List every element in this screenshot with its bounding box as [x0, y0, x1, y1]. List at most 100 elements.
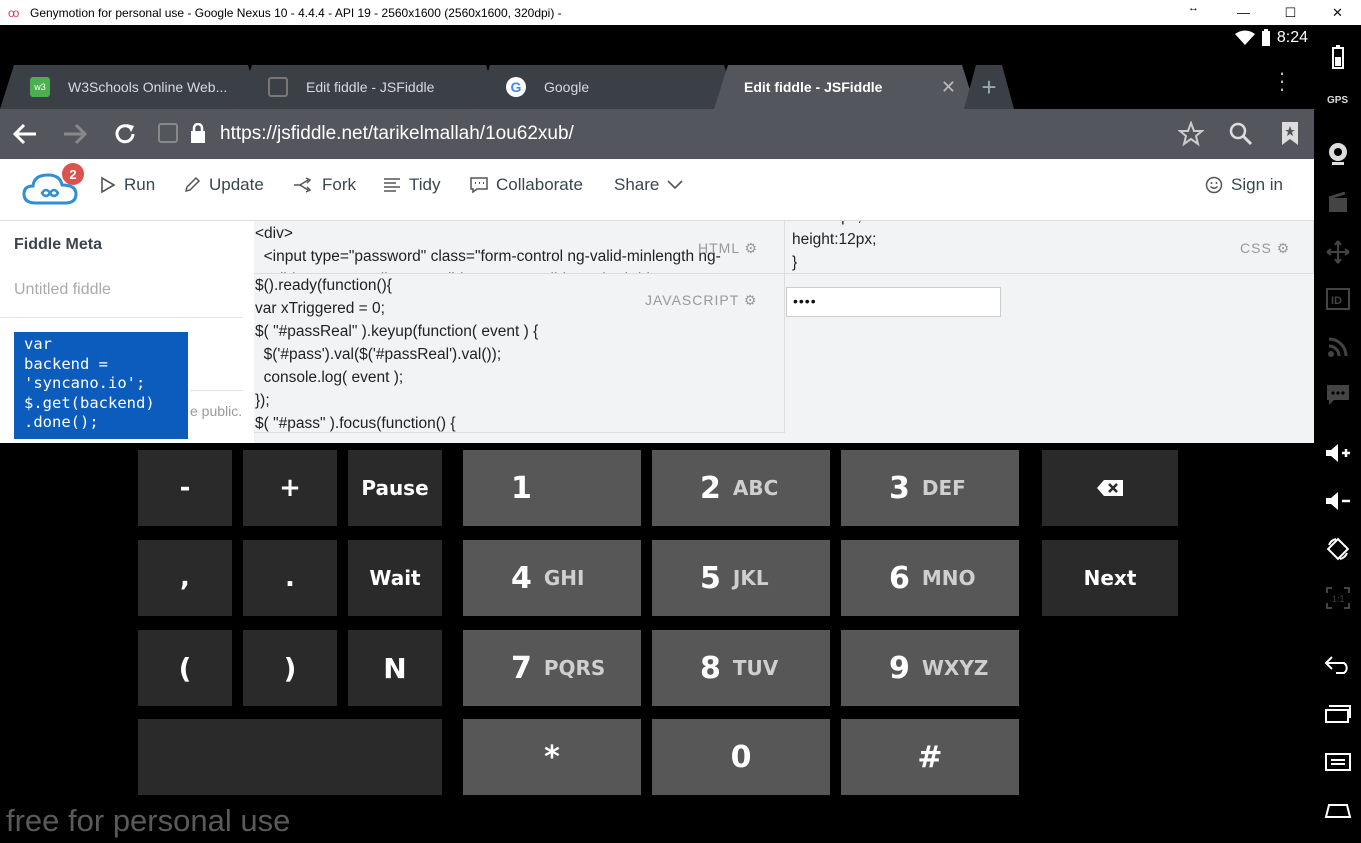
- gear-icon[interactable]: ⚙: [744, 292, 758, 308]
- lock-icon: [191, 123, 205, 143]
- tidy-button[interactable]: Tidy: [383, 175, 441, 195]
- key-4[interactable]: 4 GHI: [463, 540, 641, 616]
- key-pause[interactable]: Pause: [348, 450, 442, 526]
- chat-icon: [470, 177, 488, 194]
- menu-nav-icon[interactable]: [1314, 752, 1361, 772]
- back-icon[interactable]: [12, 122, 38, 146]
- recent-apps-nav-icon[interactable]: [1314, 704, 1361, 724]
- key-digit: 7: [511, 650, 532, 686]
- address-bar[interactable]: https://jsfiddle.net/tarikelmallah/1ou62…: [220, 123, 574, 145]
- home-nav-icon[interactable]: [1314, 800, 1361, 820]
- pixel-perfect-icon[interactable]: 1:1: [1314, 587, 1361, 609]
- forward-icon[interactable]: [62, 122, 88, 146]
- network-widget-icon[interactable]: [1314, 336, 1361, 358]
- gps-widget-icon[interactable]: GPS: [1314, 95, 1361, 106]
- key-letters: PQRS: [543, 656, 606, 680]
- key-8[interactable]: 8 TUV: [652, 630, 830, 706]
- key-digit: 6: [889, 560, 910, 596]
- key-next[interactable]: Next: [1042, 540, 1178, 616]
- key-0[interactable]: 0: [652, 719, 830, 795]
- css-code[interactable]: width:px; height:12px; }: [792, 221, 1313, 273]
- tab-jsfiddle-active[interactable]: Edit fiddle - JSFiddle ✕: [714, 65, 976, 109]
- play-icon: [101, 176, 116, 194]
- webcam-widget-icon[interactable]: [1314, 142, 1361, 166]
- tab-w3schools[interactable]: w3 W3Schools Online Web...: [0, 65, 262, 109]
- screencast-widget-icon[interactable]: [1314, 192, 1361, 214]
- tab-jsfiddle-1[interactable]: Edit fiddle - JSFiddle: [238, 65, 500, 109]
- gear-icon[interactable]: ⚙: [744, 240, 758, 256]
- resize-icon[interactable]: ↔: [1188, 2, 1199, 14]
- tab-title: Edit fiddle - JSFiddle: [306, 79, 435, 95]
- update-button[interactable]: Update: [183, 175, 264, 195]
- share-button[interactable]: Share: [614, 175, 683, 195]
- key-digit: 3: [889, 470, 910, 506]
- key-letters: TUV: [732, 656, 779, 680]
- smiley-icon: [1205, 176, 1223, 194]
- password-input[interactable]: ••••: [786, 287, 1001, 317]
- key-9[interactable]: 9 WXYZ: [841, 630, 1019, 706]
- divider: [0, 317, 243, 318]
- jsfiddle-favicon-icon: [268, 77, 288, 97]
- key-lparen[interactable]: (: [138, 630, 232, 706]
- rotate-icon[interactable]: [1314, 537, 1361, 561]
- w3schools-favicon-icon: w3: [30, 77, 50, 97]
- sign-in-label: Sign in: [1231, 175, 1283, 194]
- tab-google[interactable]: G Google: [476, 65, 738, 109]
- key-dot[interactable]: .: [243, 540, 337, 616]
- bookmarks-icon[interactable]: [1280, 121, 1300, 147]
- sms-widget-icon[interactable]: [1314, 383, 1361, 407]
- key-1[interactable]: 1: [463, 450, 641, 526]
- collaborate-button[interactable]: Collaborate: [470, 175, 583, 195]
- genymotion-logo-icon: oo: [8, 5, 19, 20]
- key-2[interactable]: 2 ABC: [652, 450, 830, 526]
- key-backspace[interactable]: [1042, 450, 1178, 526]
- fork-button[interactable]: Fork: [292, 175, 356, 195]
- key-5[interactable]: 5 JKL: [652, 540, 830, 616]
- search-icon[interactable]: [1228, 121, 1254, 147]
- close-tab-icon[interactable]: ✕: [941, 77, 956, 98]
- key-space[interactable]: [138, 719, 442, 795]
- js-panel-label: JAVASCRIPT ⚙: [645, 292, 758, 308]
- key-minus[interactable]: -: [138, 450, 232, 526]
- syncano-ad[interactable]: var backend = 'syncano.io'; $.get(backen…: [14, 332, 188, 439]
- key-digit: 1: [511, 470, 532, 506]
- volume-up-icon[interactable]: [1314, 443, 1361, 463]
- key-digit: 9: [889, 650, 910, 686]
- minimize-button[interactable]: —: [1220, 0, 1267, 25]
- key-3[interactable]: 3 DEF: [841, 450, 1019, 526]
- key-plus[interactable]: +: [243, 450, 337, 526]
- css-panel[interactable]: width:px; height:12px; }: [785, 221, 1314, 274]
- battery-widget-icon[interactable]: [1314, 45, 1361, 69]
- tidy-icon: [384, 178, 400, 192]
- google-favicon-icon: G: [506, 77, 526, 97]
- key-6[interactable]: 6 MNO: [841, 540, 1019, 616]
- key-star[interactable]: *: [463, 719, 641, 795]
- remote-control-widget-icon[interactable]: [1314, 240, 1361, 264]
- backspace-icon: [1097, 480, 1123, 496]
- run-button[interactable]: Run: [100, 175, 155, 195]
- device-id-widget-icon[interactable]: ID: [1314, 288, 1361, 310]
- key-7[interactable]: 7 PQRS: [463, 630, 641, 706]
- key-comma[interactable]: ,: [138, 540, 232, 616]
- star-bookmark-icon[interactable]: [1178, 121, 1204, 147]
- fiddle-title-input[interactable]: Untitled fiddle: [14, 281, 111, 299]
- key-rparen[interactable]: ): [243, 630, 337, 706]
- maximize-button[interactable]: ☐: [1267, 0, 1314, 25]
- reload-icon[interactable]: [113, 122, 137, 146]
- back-nav-icon[interactable]: [1314, 655, 1361, 675]
- close-button[interactable]: ✕: [1314, 0, 1361, 25]
- volume-down-icon[interactable]: [1314, 491, 1361, 511]
- tab-title: Edit fiddle - JSFiddle: [744, 79, 883, 95]
- window-title: Genymotion for personal use - Google Nex…: [30, 5, 562, 20]
- gear-icon[interactable]: ⚙: [1277, 240, 1291, 256]
- key-hash[interactable]: #: [841, 719, 1019, 795]
- key-digit: *: [544, 739, 560, 775]
- window-titlebar: oo Genymotion for personal use - Google …: [0, 0, 1361, 25]
- overflow-menu-icon[interactable]: · · ·: [1270, 62, 1294, 100]
- key-wait[interactable]: Wait: [348, 540, 442, 616]
- key-n[interactable]: N: [348, 630, 442, 706]
- sign-in-button[interactable]: Sign in: [1205, 175, 1283, 195]
- tab-title: W3Schools Online Web...: [68, 79, 228, 95]
- notification-badge[interactable]: 2: [62, 163, 84, 185]
- divider: [190, 390, 243, 391]
